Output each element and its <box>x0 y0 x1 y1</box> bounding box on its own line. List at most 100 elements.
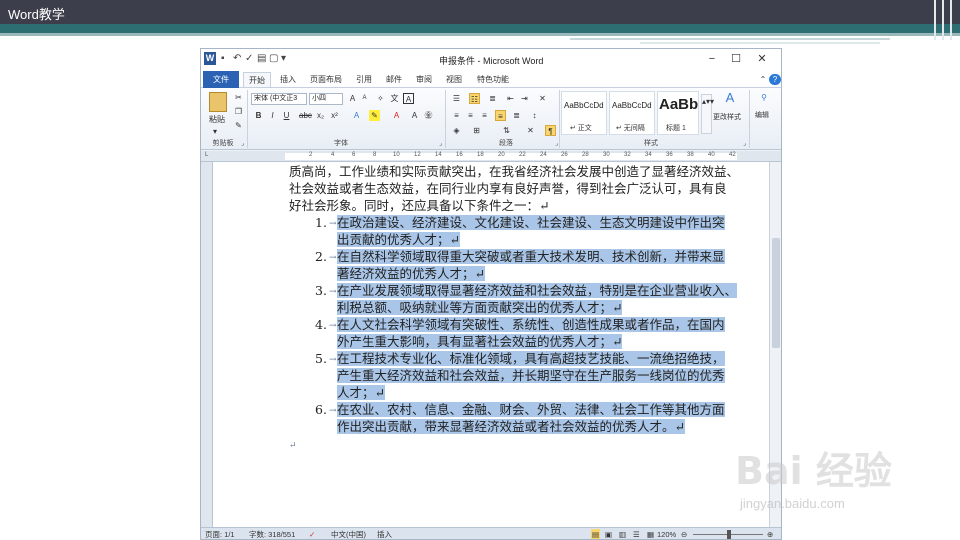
style-normal[interactable]: AaBbCcDd ↵ 正文 <box>561 91 607 135</box>
selected-text[interactable]: 著经济效益的优秀人才；↵ <box>337 266 485 281</box>
text-effects-icon[interactable]: A <box>351 110 362 121</box>
clear-format-icon[interactable]: ✧ <box>375 93 386 104</box>
word-count[interactable]: 字数: 318/551 <box>249 529 295 539</box>
language-indicator[interactable]: 中文(中国) <box>331 529 366 539</box>
outline-view-icon[interactable]: ☰ <box>633 529 640 539</box>
save-icon[interactable]: ▪ <box>221 53 225 65</box>
font-size-select[interactable]: 小四 <box>309 93 343 105</box>
font-color-icon[interactable]: A <box>391 110 402 121</box>
page-count[interactable]: 页面: 1/1 <box>205 529 235 539</box>
italic-icon[interactable]: I <box>267 110 278 121</box>
tab-view[interactable]: 视图 <box>443 72 465 87</box>
tab-mailings[interactable]: 邮件 <box>383 72 405 87</box>
character-border-icon[interactable]: A <box>403 93 414 104</box>
selected-text[interactable]: 产生重大经济效益和社会效益，并长期坚守在生产服务一线岗位的优秀 <box>337 368 725 383</box>
ribbon-collapse-icon[interactable]: ⌃ <box>757 72 769 87</box>
zoom-out-icon[interactable]: ⊖ <box>681 529 687 539</box>
maximize-button[interactable]: ☐ <box>725 51 747 67</box>
selected-text[interactable]: 利税总额、吸纳就业等方面贡献突出的优秀人才；↵ <box>337 300 623 315</box>
align-left-icon[interactable]: ≡ <box>451 110 462 121</box>
justify-icon[interactable]: ≡ <box>495 110 506 121</box>
repeat-icon[interactable]: ✓ <box>245 53 253 65</box>
tab-special-features[interactable]: 特色功能 <box>473 72 513 87</box>
shrink-font-icon[interactable]: A <box>359 93 370 104</box>
scrollbar-thumb[interactable] <box>772 238 780 348</box>
change-styles-label[interactable]: 更改样式 <box>713 112 741 123</box>
edit-label[interactable]: 编辑 <box>755 110 769 121</box>
numbering-icon[interactable]: ☷ <box>469 93 480 104</box>
sort-icon[interactable]: ⇅ <box>501 125 512 136</box>
selected-text[interactable]: 在自然科学领域取得重大突破或者重大技术发明、技术创新，并带来显 <box>337 249 725 264</box>
web-layout-view-icon[interactable]: ▥ <box>619 529 626 539</box>
asian-layout-icon[interactable]: ✕ <box>525 125 536 136</box>
full-screen-view-icon[interactable]: ▣ <box>605 529 612 539</box>
bullets-icon[interactable]: ☰ <box>451 93 462 104</box>
selected-text[interactable]: 人才；↵ <box>337 385 385 400</box>
print-layout-view-icon[interactable]: ▤ <box>591 529 601 539</box>
document-page[interactable]: 质高尚，工作业绩和实际贡献突出，在我省经济社会发展中创造了显著经济效益、 社会效… <box>213 162 769 528</box>
highlight-color-icon[interactable]: ✎ <box>369 110 380 121</box>
strikethrough-icon[interactable]: abc <box>299 110 312 121</box>
font-name-select[interactable]: 宋体 (中文正3 <box>251 93 307 105</box>
align-center-icon[interactable]: ≡ <box>465 110 476 121</box>
underline-icon[interactable]: U <box>281 110 292 121</box>
zoom-slider-thumb[interactable] <box>727 530 731 539</box>
shading-icon[interactable]: ◈ <box>451 125 462 136</box>
increase-indent-icon[interactable]: ⇥ <box>519 93 530 104</box>
selected-text[interactable]: 外产生重大影响，具有显著社会效益的优秀人才；↵ <box>337 334 623 349</box>
decrease-indent-icon[interactable]: ⇤ <box>505 93 516 104</box>
subscript-icon[interactable]: x₂ <box>315 110 326 121</box>
tab-home[interactable]: 开始 <box>243 72 271 87</box>
paste-dropdown-icon[interactable]: ▾ <box>213 126 217 137</box>
styles-gallery-more-icon[interactable]: ▴▾▾ <box>701 94 714 134</box>
close-button[interactable]: ✕ <box>751 51 773 67</box>
selected-text[interactable]: 在工程技术专业化、标准化领域，具有高超技艺技能、一流绝招绝技， <box>337 351 725 366</box>
selected-text[interactable]: 在政治建设、经济建设、文化建设、社会建设、生态文明建设中作出突 <box>337 215 725 230</box>
vertical-ruler[interactable] <box>201 162 213 528</box>
customize-toolbar-icon[interactable]: ▾ <box>281 53 286 65</box>
change-styles-icon[interactable]: A <box>723 91 737 108</box>
bold-icon[interactable]: B <box>253 110 264 121</box>
paste-label[interactable]: 粘贴 <box>209 114 225 125</box>
minimize-button[interactable]: − <box>701 51 723 67</box>
phonetic-guide-icon[interactable]: 文 <box>389 93 400 104</box>
tab-references[interactable]: 引用 <box>353 72 375 87</box>
new-document-icon[interactable]: ▢ <box>269 53 278 65</box>
copy-icon[interactable]: ❐ <box>233 106 244 117</box>
cut-icon[interactable]: ✂ <box>233 92 244 103</box>
undo-icon[interactable]: ↶ <box>233 53 241 65</box>
chinese-layout-icon[interactable]: ✕ <box>537 93 548 104</box>
tab-file[interactable]: 文件 <box>203 71 239 88</box>
proofing-icon[interactable]: ✓ <box>309 529 315 539</box>
selected-text[interactable]: 出贡献的优秀人才；↵ <box>337 232 460 247</box>
grow-font-icon[interactable]: A <box>347 93 358 104</box>
zoom-level[interactable]: 120% <box>657 529 676 539</box>
selected-text[interactable]: 在人文社会科学领域有突破性、系统性、创造性成果或者作品，在国内 <box>337 317 725 332</box>
horizontal-ruler[interactable]: L 2 4 6 8 10 12 14 16 18 20 22 24 26 28 … <box>201 151 781 162</box>
selected-text[interactable]: 作出突出贡献，带来显著经济效益或者社会效益的优秀人才。↵ <box>337 419 685 434</box>
enclose-characters-icon[interactable]: ㊎ <box>423 110 434 121</box>
ruler-tab-selector[interactable]: L <box>205 152 208 158</box>
selected-text[interactable]: 在产业发展领域取得显著经济效益和社会效益，特别是在企业营业收入、 <box>337 283 738 298</box>
help-icon[interactable]: ? <box>769 74 781 85</box>
style-heading-1[interactable]: AaBb 标题 1 <box>657 91 699 135</box>
align-right-icon[interactable]: ≡ <box>479 110 490 121</box>
format-painter-icon[interactable]: ✎ <box>233 120 244 131</box>
tab-review[interactable]: 审阅 <box>413 72 435 87</box>
show-marks-icon[interactable]: ¶ <box>545 125 556 136</box>
selected-text[interactable]: 在农业、农村、信息、金融、财会、外贸、法律、社会工作等其他方面 <box>337 402 725 417</box>
distributed-icon[interactable]: ≣ <box>511 110 522 121</box>
line-spacing-icon[interactable]: ↕ <box>529 110 540 121</box>
tab-page-layout[interactable]: 页面布局 <box>307 72 345 87</box>
draft-view-icon[interactable]: ▦ <box>647 529 654 539</box>
multilevel-list-icon[interactable]: ≣ <box>487 93 498 104</box>
style-no-spacing[interactable]: AaBbCcDd ↵ 无间隔 <box>609 91 655 135</box>
superscript-icon[interactable]: x² <box>329 110 340 121</box>
find-icon[interactable]: ⚲ <box>757 92 771 106</box>
character-shading-icon[interactable]: A <box>409 110 420 121</box>
zoom-in-icon[interactable]: ⊕ <box>767 529 773 539</box>
tab-insert[interactable]: 插入 <box>277 72 299 87</box>
paste-icon[interactable] <box>209 92 227 112</box>
insert-mode-indicator[interactable]: 插入 <box>377 529 392 539</box>
borders-icon[interactable]: ⊞ <box>471 125 482 136</box>
